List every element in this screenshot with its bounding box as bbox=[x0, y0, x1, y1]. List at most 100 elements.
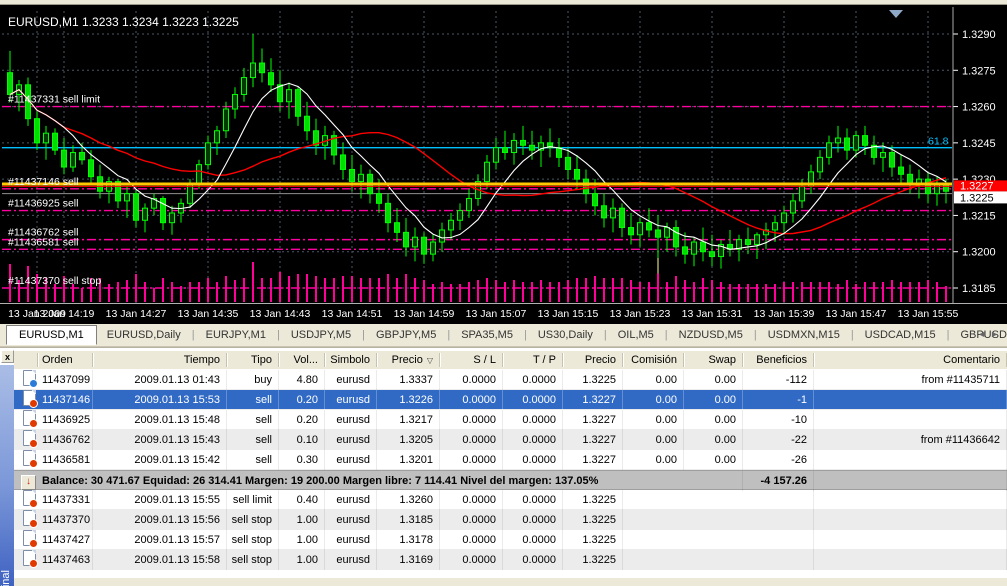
order-row-11436581[interactable]: 114365812009.01.13 15:42sell0.30eurusd1.… bbox=[14, 450, 1007, 470]
order-row-11437146[interactable]: 114371462009.01.13 15:53sell0.20eurusd1.… bbox=[14, 390, 1007, 410]
cell-precio: 1.3260 bbox=[377, 490, 440, 510]
candle-body bbox=[143, 208, 148, 220]
cell-simbolo: eurusd bbox=[325, 430, 377, 450]
header-icon-spacer bbox=[14, 353, 38, 367]
cell-t-p: 0.0000 bbox=[503, 410, 563, 430]
column-header-vol-[interactable]: Vol... bbox=[279, 353, 325, 367]
order-row-11436762[interactable]: 114367622009.01.13 15:43sell0.10eurusd1.… bbox=[14, 430, 1007, 450]
cell-merged-empty bbox=[623, 530, 814, 550]
price-axis-label: 1.3215 bbox=[962, 210, 996, 222]
cell-vol-: 0.10 bbox=[279, 430, 325, 450]
column-header-precio[interactable]: Precio bbox=[563, 353, 623, 367]
row-icon-cell bbox=[14, 370, 38, 390]
cell-tipo: sell stop bbox=[227, 510, 279, 530]
cell-s-l: 0.0000 bbox=[440, 550, 503, 570]
column-header-orden[interactable]: Orden bbox=[38, 353, 93, 367]
chart-tab-eurusd-daily[interactable]: EURUSD,Daily bbox=[97, 326, 191, 345]
candle-body bbox=[269, 73, 274, 85]
column-header-beneficios[interactable]: Beneficios bbox=[743, 353, 814, 367]
terminal-bottom-strip bbox=[14, 578, 1007, 586]
cell-tipo: sell bbox=[227, 430, 279, 450]
row-icon-cell bbox=[14, 390, 38, 410]
cell-precio: 1.3227 bbox=[563, 390, 623, 410]
cell-swap: 0.00 bbox=[684, 430, 743, 450]
column-header-precio[interactable]: Precio▽ bbox=[377, 353, 440, 367]
candle-body bbox=[413, 237, 418, 247]
cell-precio: 1.3227 bbox=[563, 450, 623, 470]
cell-tipo: sell bbox=[227, 450, 279, 470]
order-row-11436925[interactable]: 114369252009.01.13 15:48sell0.20eurusd1.… bbox=[14, 410, 1007, 430]
price-axis-label: 1.3275 bbox=[962, 65, 996, 77]
chart-tab-eurusd-m1[interactable]: EURUSD,M1 bbox=[6, 325, 97, 345]
candle-body bbox=[350, 169, 355, 181]
order-row-11437099[interactable]: 114370992009.01.13 01:43buy4.80eurusd1.3… bbox=[14, 370, 1007, 390]
candle-body bbox=[593, 194, 598, 206]
column-header-tipo[interactable]: Tipo bbox=[227, 353, 279, 367]
price-axis-label: 1.3260 bbox=[962, 102, 996, 114]
pending-order-row-11437427[interactable]: 114374272009.01.13 15:57sell stop1.00eur… bbox=[14, 530, 1007, 550]
candle-body bbox=[467, 198, 472, 210]
column-header-t-p[interactable]: T / P bbox=[503, 353, 563, 367]
cell-precio: 1.3201 bbox=[377, 450, 440, 470]
tab-scroll-arrows[interactable]: ◄► bbox=[977, 329, 1003, 339]
cell-s-l: 0.0000 bbox=[440, 410, 503, 430]
candle-body bbox=[611, 208, 616, 218]
cell-simbolo: eurusd bbox=[325, 550, 377, 570]
chart-tabs-bar: EURUSD,M1EURUSD,Daily|EURJPY,M1|USDJPY,M… bbox=[0, 324, 1007, 347]
chart-tab-gbpjpy-m5[interactable]: GBPJPY,M5 bbox=[366, 326, 446, 345]
cell-s-l: 0.0000 bbox=[440, 510, 503, 530]
cell-comisi-n: 0.00 bbox=[623, 370, 684, 390]
cell-precio: 1.3225 bbox=[563, 530, 623, 550]
cell-comentario bbox=[814, 510, 1007, 530]
chart-tab-spa35-m5[interactable]: SPA35,M5 bbox=[451, 326, 523, 345]
pending-order-row-11437370[interactable]: 114373702009.01.13 15:56sell stop1.00eur… bbox=[14, 510, 1007, 530]
close-icon[interactable]: x bbox=[1, 350, 14, 363]
pending-order-row-11437331[interactable]: 114373312009.01.13 15:55sell limit0.40eu… bbox=[14, 490, 1007, 510]
chart-tab-usdmxn-m15[interactable]: USDMXN,M15 bbox=[758, 326, 850, 345]
cell-beneficios: -10 bbox=[743, 410, 814, 430]
cell-precio: 1.3169 bbox=[377, 550, 440, 570]
cell-vol-: 0.20 bbox=[279, 410, 325, 430]
candle-body bbox=[575, 169, 580, 179]
sell-dot-icon bbox=[29, 539, 38, 548]
column-header-comisi-n[interactable]: Comisión bbox=[623, 353, 684, 367]
chart-tab-us30-daily[interactable]: US30,Daily bbox=[528, 326, 603, 345]
cell-tipo: sell stop bbox=[227, 530, 279, 550]
chart-tab-nzdusd-m5[interactable]: NZDUSD,M5 bbox=[669, 326, 753, 345]
column-header-swap[interactable]: Swap bbox=[684, 353, 743, 367]
balance-summary: Balance: 30 471.67 Equidad: 26 314.41 Ma… bbox=[38, 471, 743, 491]
column-header-simbolo[interactable]: Simbolo bbox=[325, 353, 377, 367]
column-header-comentario[interactable]: Comentario bbox=[814, 353, 1007, 367]
chart-tab-eurjpy-m1[interactable]: EURJPY,M1 bbox=[196, 326, 276, 345]
cell-orden: 11436581 bbox=[38, 450, 93, 470]
cell-s-l: 0.0000 bbox=[440, 450, 503, 470]
time-axis-label: 13 Jan 15:39 bbox=[754, 308, 815, 320]
candle-body bbox=[233, 94, 238, 109]
chart-window[interactable]: 1.32901.32751.32601.32451.32301.32151.32… bbox=[0, 4, 1007, 324]
pending-order-row-11437463[interactable]: 114374632009.01.13 15:58sell stop1.00eur… bbox=[14, 550, 1007, 570]
chart-tab-usdjpy-m5[interactable]: USDJPY,M5 bbox=[281, 326, 361, 345]
candle-body bbox=[89, 160, 94, 177]
column-header-s-l[interactable]: S / L bbox=[440, 353, 503, 367]
chart-tab-oil-m5[interactable]: OIL,M5 bbox=[608, 326, 664, 345]
chart-tab-usdcad-m15[interactable]: USDCAD,M15 bbox=[855, 326, 946, 345]
cell-orden: 11436762 bbox=[38, 430, 93, 450]
cell-comentario: from #11436642 bbox=[814, 430, 1007, 450]
cell-vol-: 4.80 bbox=[279, 370, 325, 390]
price-chart[interactable]: 1.32901.32751.32601.32451.32301.32151.32… bbox=[0, 5, 1007, 325]
time-axis-label: 13 Jan 15:15 bbox=[538, 308, 599, 320]
balance-row[interactable]: ↓Balance: 30 471.67 Equidad: 26 314.41 M… bbox=[14, 470, 1007, 490]
candle-body bbox=[638, 223, 643, 235]
candle-body bbox=[692, 242, 697, 254]
bid-price-box-label: 1.3227 bbox=[960, 180, 994, 192]
buy-order-icon bbox=[23, 370, 36, 386]
row-icon-cell bbox=[14, 450, 38, 470]
cell-vol-: 0.20 bbox=[279, 390, 325, 410]
cell-tipo: sell limit bbox=[227, 490, 279, 510]
candle-body bbox=[674, 228, 679, 247]
candle-body bbox=[422, 237, 427, 254]
cell-tiempo: 2009.01.13 15:58 bbox=[93, 550, 227, 570]
column-header-tiempo[interactable]: Tiempo bbox=[93, 353, 227, 367]
price-axis-label: 1.3200 bbox=[962, 247, 996, 259]
sell-dot-icon bbox=[29, 399, 38, 408]
